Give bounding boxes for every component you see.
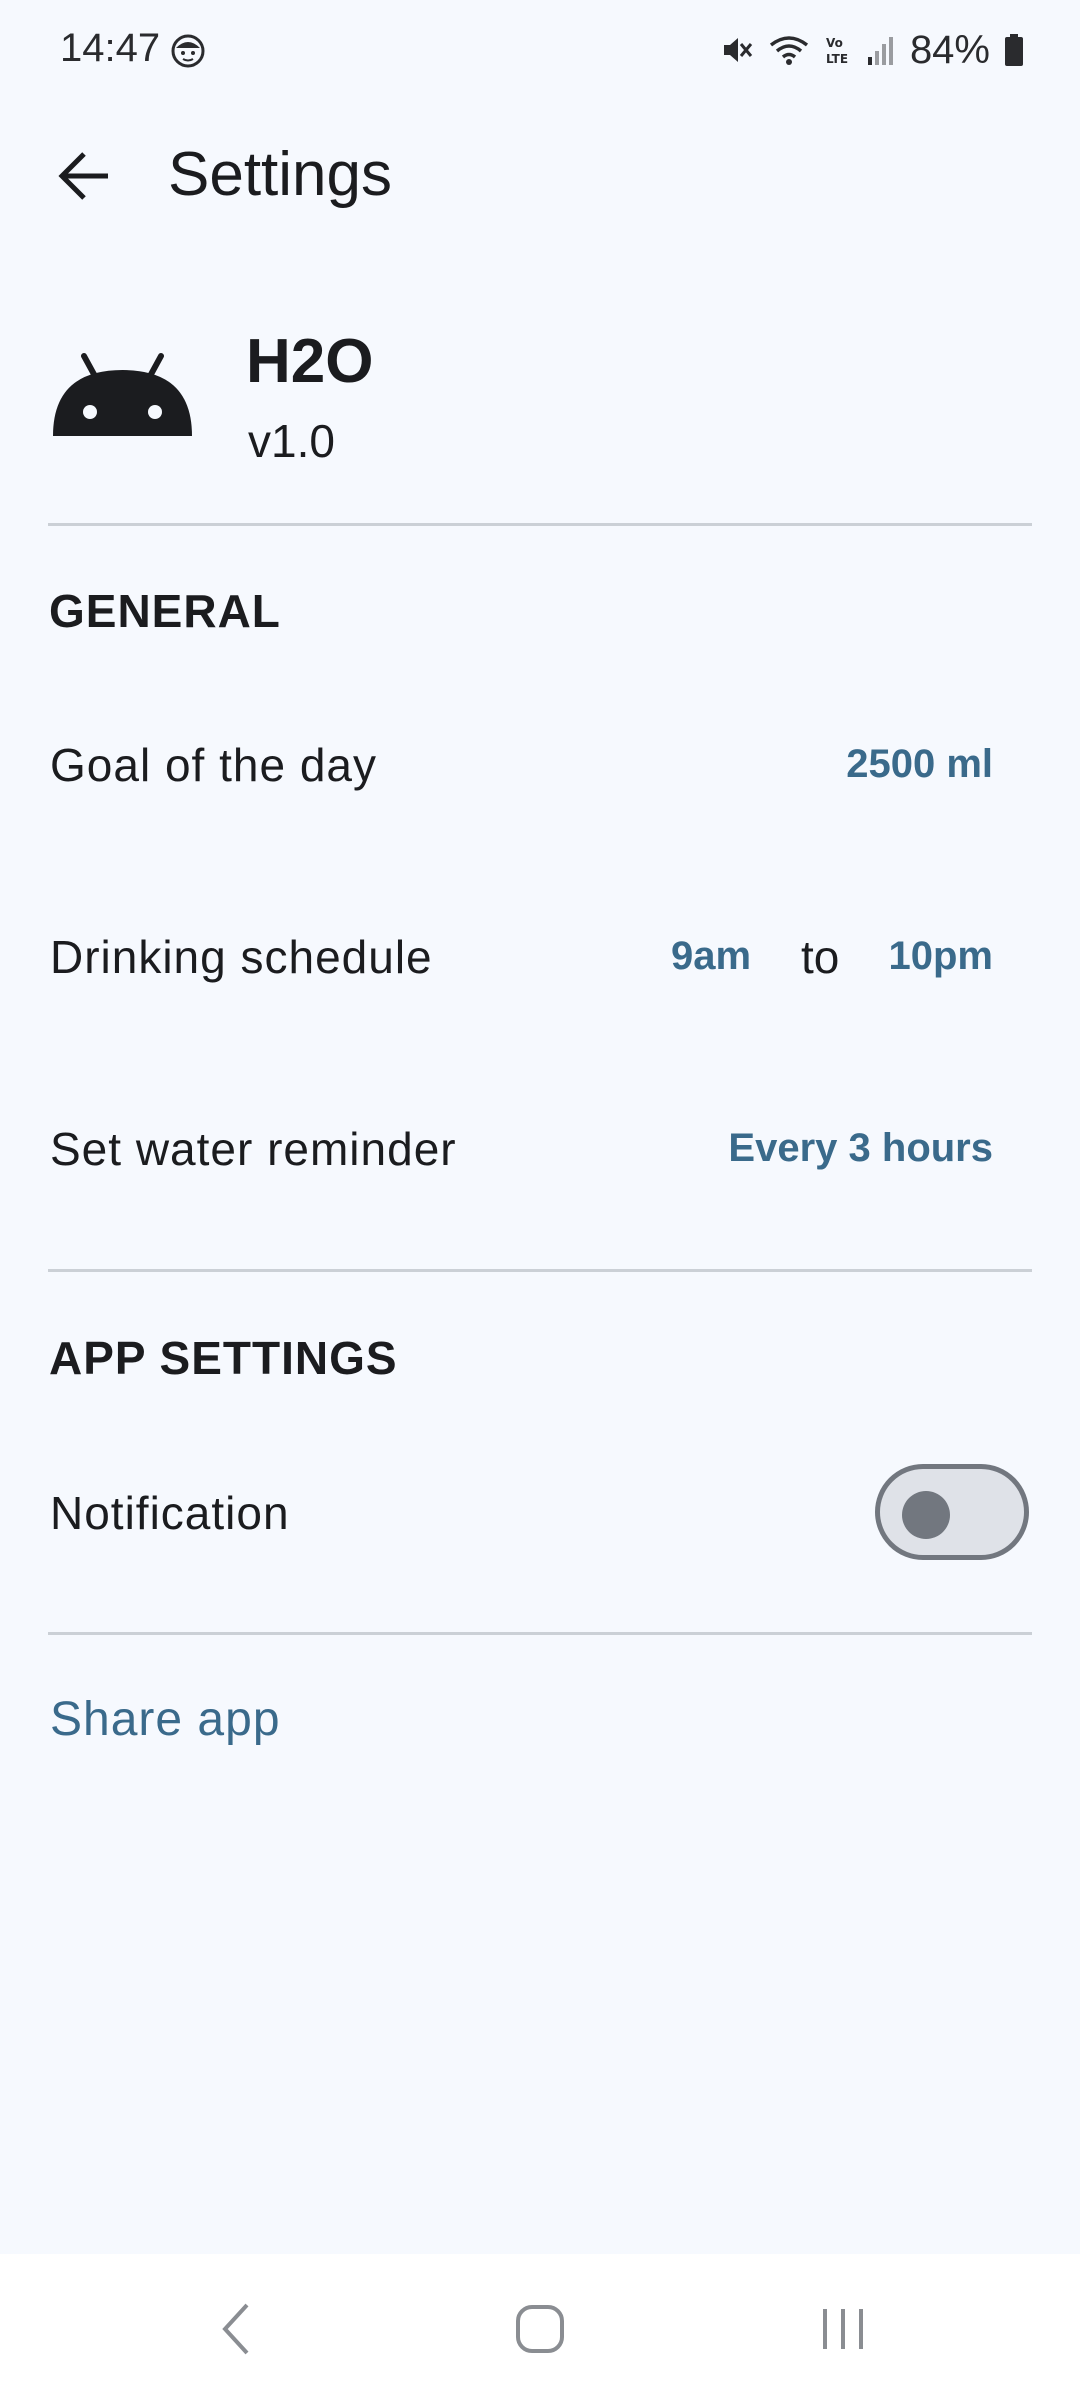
reminder-row[interactable]: Set water reminder Every 3 hours xyxy=(0,1084,1080,1214)
section-title-general: GENERAL xyxy=(49,585,281,637)
system-nav-bar xyxy=(0,2254,1080,2400)
battery-icon xyxy=(1005,34,1023,66)
app-version: v1.0 xyxy=(248,415,335,467)
divider xyxy=(48,1269,1032,1272)
svg-text:LTE: LTE xyxy=(826,52,848,66)
reminder-label: Set water reminder xyxy=(50,1123,457,1175)
divider xyxy=(48,523,1032,526)
android-icon xyxy=(53,353,192,436)
battery-percent: 84% xyxy=(909,27,990,72)
reminder-value[interactable]: Every 3 hours xyxy=(728,1126,993,1171)
toggle-thumb xyxy=(902,1491,950,1539)
back-button[interactable] xyxy=(44,136,124,216)
schedule-separator: to xyxy=(801,931,840,983)
schedule-label: Drinking schedule xyxy=(50,931,433,983)
schedule-end-time[interactable]: 10pm xyxy=(889,934,994,979)
divider xyxy=(48,1632,1032,1635)
page-title: Settings xyxy=(168,140,393,209)
arrow-back-icon xyxy=(58,152,108,200)
nav-home-icon xyxy=(516,2305,564,2353)
notification-toggle[interactable] xyxy=(875,1464,1029,1560)
status-icons: Vo LTE 84% xyxy=(720,22,1024,78)
nav-recents-button[interactable] xyxy=(808,2294,878,2364)
svg-text:Vo: Vo xyxy=(826,36,843,50)
nav-recents-icon xyxy=(823,2309,863,2349)
app-name: H2O xyxy=(246,327,374,396)
goal-label: Goal of the day xyxy=(50,739,377,791)
notification-label: Notification xyxy=(50,1487,290,1539)
schedule-row: Drinking schedule 9am to 10pm xyxy=(0,892,1080,1022)
section-title-app-settings: APP SETTINGS xyxy=(49,1332,398,1384)
share-app-link[interactable]: Share app xyxy=(50,1692,281,1747)
signal-icon xyxy=(867,37,893,65)
goal-row[interactable]: Goal of the day 2500 ml xyxy=(0,700,1080,830)
nav-back-button[interactable] xyxy=(202,2294,272,2364)
nav-back-icon xyxy=(222,2303,249,2355)
schedule-start-time[interactable]: 9am xyxy=(671,934,751,979)
goal-value[interactable]: 2500 ml xyxy=(846,742,993,787)
wifi-icon xyxy=(769,36,809,65)
mute-icon xyxy=(723,38,753,62)
status-time: 14:47 xyxy=(60,26,161,70)
face-icon xyxy=(171,34,205,68)
nav-home-button[interactable] xyxy=(505,2294,575,2364)
volte-icon: Vo LTE xyxy=(826,36,848,66)
